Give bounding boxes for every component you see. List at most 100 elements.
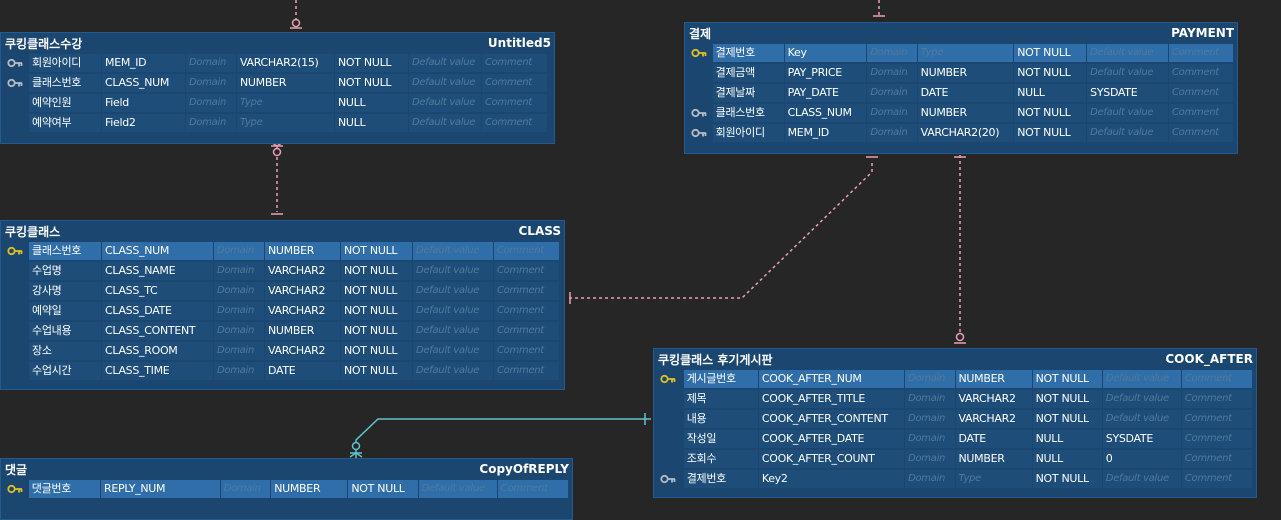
comment-cell[interactable]: Comment <box>494 362 559 380</box>
type-cell[interactable]: NUMBER <box>917 64 1014 82</box>
column-name-cell[interactable]: 회원아이디 <box>712 124 784 142</box>
field-name-cell[interactable]: COOK_AFTER_TITLE <box>758 390 905 408</box>
field-name-cell[interactable]: CLASS_NUM <box>102 242 213 260</box>
default-cell[interactable]: Default value <box>413 242 493 260</box>
nullable-cell[interactable]: NOT NULL <box>1014 64 1087 82</box>
domain-cell[interactable]: Domain <box>214 302 264 320</box>
column-name-cell[interactable]: 결제번호 <box>712 44 784 62</box>
nullable-cell[interactable]: NOT NULL <box>341 262 412 280</box>
field-name-cell[interactable]: PAY_PRICE <box>784 64 867 82</box>
column-name-cell[interactable]: 게시글번호 <box>683 370 758 388</box>
field-name-cell[interactable]: Key2 <box>758 470 905 488</box>
field-name-cell[interactable]: CLASS_NUM <box>784 104 867 122</box>
domain-cell[interactable]: Domain <box>867 104 917 122</box>
type-cell[interactable]: VARCHAR2 <box>265 282 340 300</box>
column-name-cell[interactable]: 회원아이디 <box>29 54 101 72</box>
default-cell[interactable]: Default value <box>1102 390 1181 408</box>
default-cell[interactable]: Default value <box>413 302 493 320</box>
domain-cell[interactable]: Domain <box>867 44 917 62</box>
column-row[interactable]: 수업명 CLASS_NAME Domain VARCHAR2 NOT NULL Defau… <box>4 261 561 281</box>
nullable-cell[interactable]: NOT NULL <box>1032 410 1102 428</box>
column-name-cell[interactable]: 예약일 <box>29 302 101 320</box>
domain-cell[interactable]: Domain <box>214 282 264 300</box>
nullable-cell[interactable]: NOT NULL <box>1014 124 1087 142</box>
comment-cell[interactable]: Comment <box>1168 44 1233 62</box>
comment-cell[interactable]: Comment <box>494 242 559 260</box>
type-cell[interactable]: VARCHAR2 <box>955 410 1032 428</box>
default-cell[interactable]: Default value <box>409 94 481 112</box>
type-cell[interactable]: DATE <box>955 430 1032 448</box>
type-cell[interactable]: DATE <box>265 362 340 380</box>
field-name-cell[interactable]: CLASS_NUM <box>102 74 185 92</box>
default-cell[interactable]: Default value <box>413 342 493 360</box>
column-name-cell[interactable]: 수업명 <box>29 262 101 280</box>
default-cell[interactable]: Default value <box>409 74 481 92</box>
field-name-cell[interactable]: Field2 <box>102 114 185 132</box>
nullable-cell[interactable]: NOT NULL <box>341 282 412 300</box>
column-name-cell[interactable]: 예약여부 <box>29 114 101 132</box>
nullable-cell[interactable]: NOT NULL <box>335 74 408 92</box>
domain-cell[interactable]: Domain <box>867 84 917 102</box>
domain-cell[interactable]: Domain <box>905 430 955 448</box>
comment-cell[interactable]: Comment <box>482 54 547 72</box>
entity-payment[interactable]: 결제 PAYMENT 결제번호 Key Domain Type NOT NULL Defa… <box>684 22 1238 154</box>
type-cell[interactable]: NUMBER <box>265 242 340 260</box>
nullable-cell[interactable]: NOT NULL <box>1014 44 1087 62</box>
column-row[interactable]: 수업내용 CLASS_CONTENT Domain NUMBER NOT NULL Def… <box>4 321 561 341</box>
field-name-cell[interactable]: COOK_AFTER_DATE <box>758 430 905 448</box>
column-row[interactable]: 강사명 CLASS_TC Domain VARCHAR2 NOT NULL Default… <box>4 281 561 301</box>
column-row[interactable]: 장소 CLASS_ROOM Domain VARCHAR2 NOT NULL Defaul… <box>4 341 561 361</box>
default-cell[interactable]: Default value <box>1087 64 1168 82</box>
nullable-cell[interactable]: NOT NULL <box>341 362 412 380</box>
domain-cell[interactable]: Domain <box>186 54 236 72</box>
nullable-cell[interactable]: NULL <box>335 94 408 112</box>
type-cell[interactable]: VARCHAR2 <box>265 302 340 320</box>
entity-class[interactable]: 쿠킹클래스 CLASS 클래스번호 CLASS_NUM Domain NUMBER NO… <box>0 220 565 390</box>
field-name-cell[interactable]: Key <box>784 44 867 62</box>
field-name-cell[interactable]: CLASS_TC <box>102 282 213 300</box>
column-name-cell[interactable]: 내용 <box>683 410 758 428</box>
comment-cell[interactable]: Comment <box>494 262 559 280</box>
comment-cell[interactable]: Comment <box>494 342 559 360</box>
comment-cell[interactable]: Comment <box>482 74 547 92</box>
column-row[interactable]: 작성일 COOK_AFTER_DATE Domain DATE NULL SYSDATE C… <box>657 429 1253 449</box>
domain-cell[interactable]: Domain <box>214 322 264 340</box>
column-row[interactable]: 회원아이디 MEM_ID Domain VARCHAR2(15) NOT NULL Def… <box>4 53 551 73</box>
entity-copy-of-reply[interactable]: 댓글 CopyOfREPLY 댓글번호 REPLY_NUM Domain NUMBER… <box>0 458 573 520</box>
default-cell[interactable]: Default value <box>413 262 493 280</box>
domain-cell[interactable]: Domain <box>905 390 955 408</box>
comment-cell[interactable]: Comment <box>494 282 559 300</box>
field-name-cell[interactable]: MEM_ID <box>102 54 185 72</box>
comment-cell[interactable]: Comment <box>494 322 559 340</box>
nullable-cell[interactable]: NOT NULL <box>348 480 418 498</box>
nullable-cell[interactable]: NOT NULL <box>335 54 408 72</box>
column-row[interactable]: 조회수 COOK_AFTER_COUNT Domain NUMBER NULL 0 Comm… <box>657 449 1253 469</box>
column-row[interactable]: 댓글번호 REPLY_NUM Domain NUMBER NOT NULL Default… <box>4 479 569 499</box>
domain-cell[interactable]: Domain <box>905 370 955 388</box>
type-cell[interactable]: NUMBER <box>237 74 334 92</box>
column-name-cell[interactable]: 예약인원 <box>29 94 101 112</box>
default-cell[interactable]: Default value <box>1087 44 1168 62</box>
column-row[interactable]: 게시글번호 COOK_AFTER_NUM Domain NUMBER NOT NULL D… <box>657 369 1253 389</box>
column-row[interactable]: 클래스번호 CLASS_NUM Domain NUMBER NOT NULL Defaul… <box>688 103 1234 123</box>
column-row[interactable]: 결제금액 PAY_PRICE Domain NUMBER NOT NULL Default… <box>688 63 1234 83</box>
comment-cell[interactable]: Comment <box>1181 370 1252 388</box>
nullable-cell[interactable]: NULL <box>335 114 408 132</box>
column-name-cell[interactable]: 수업내용 <box>29 322 101 340</box>
comment-cell[interactable]: Comment <box>482 114 547 132</box>
nullable-cell[interactable]: NOT NULL <box>341 302 412 320</box>
column-name-cell[interactable]: 수업시간 <box>29 362 101 380</box>
nullable-cell[interactable]: NULL <box>1014 84 1087 102</box>
type-cell[interactable]: Type <box>237 114 334 132</box>
column-row[interactable]: 제목 COOK_AFTER_TITLE Domain VARCHAR2 NOT NULL… <box>657 389 1253 409</box>
domain-cell[interactable]: Domain <box>867 124 917 142</box>
column-name-cell[interactable]: 클래스번호 <box>29 74 101 92</box>
comment-cell[interactable]: Comment <box>482 94 547 112</box>
type-cell[interactable]: Type <box>955 470 1032 488</box>
domain-cell[interactable]: Domain <box>214 362 264 380</box>
type-cell[interactable]: NUMBER <box>955 370 1032 388</box>
default-cell[interactable]: Default value <box>1102 470 1181 488</box>
comment-cell[interactable]: Comment <box>494 302 559 320</box>
field-name-cell[interactable]: CLASS_ROOM <box>102 342 213 360</box>
type-cell[interactable]: NUMBER <box>955 450 1032 468</box>
